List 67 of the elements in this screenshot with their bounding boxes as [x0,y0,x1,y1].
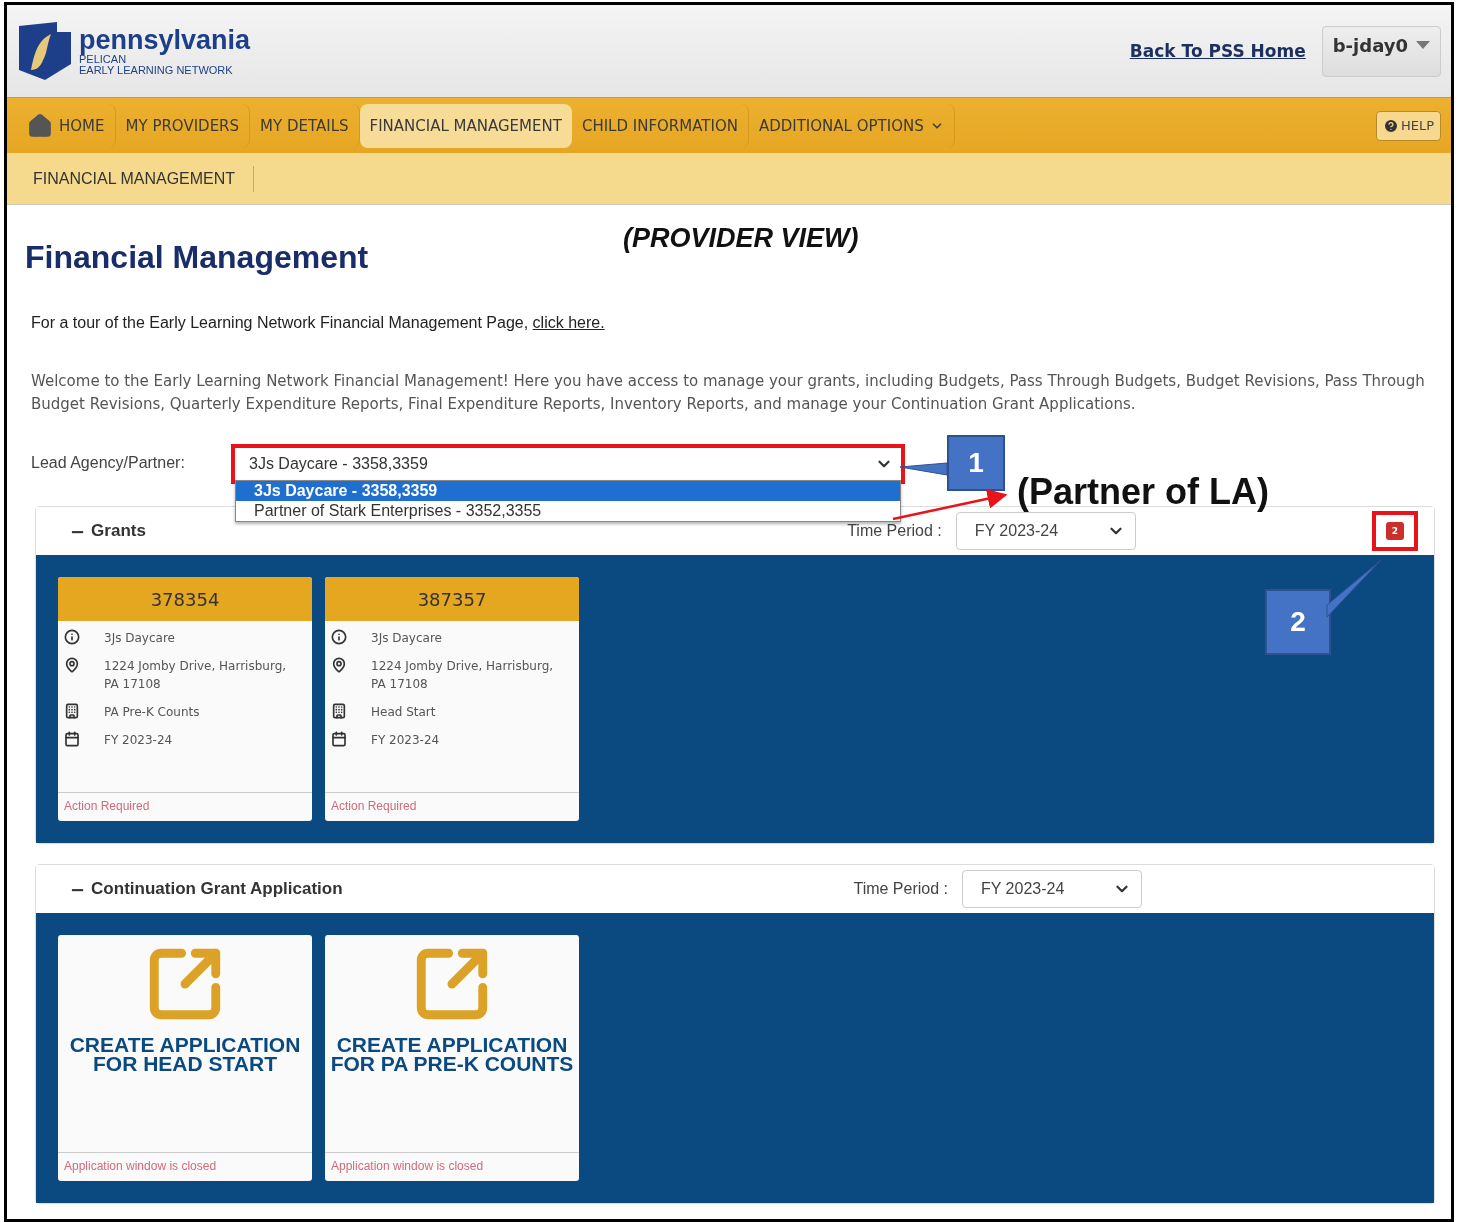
card-detail: 3Js Daycare [371,630,443,647]
map-pin-icon [331,657,347,673]
card-detail: 1224 Jomby Drive, Harrisburg, PA 17108 [371,658,555,693]
collapse-toggle[interactable]: − [70,878,86,900]
building-icon [64,703,80,719]
annotation-label: (PROVIDER VIEW) [623,223,859,254]
nav-tab[interactable]: FINANCIAL MANAGEMENT [359,103,572,148]
section-title: Grants [91,521,146,541]
annotation-label: (Partner of LA) [1017,471,1269,513]
calendar-icon [331,731,347,747]
map-pin-icon [64,657,80,673]
count-badge[interactable]: 2 [1385,522,1404,540]
application-title: CREATE APPLICATION FOR PA PRE-K COUNTS [329,1035,575,1073]
card-detail: 1224 Jomby Drive, Harrisburg, PA 17108 [104,658,288,693]
card-status: Action Required [58,792,312,821]
back-link[interactable]: Back To PSS Home [1129,41,1306,61]
logo-icon [17,20,73,82]
building-icon [331,703,347,719]
dropdown-option[interactable]: Partner of Stark Enterprises - 3352,3355 [236,501,900,521]
info-icon [64,629,80,645]
info-icon [331,629,347,645]
nav-tab[interactable]: MY DETAILS [250,103,360,148]
collapse-toggle[interactable]: − [70,520,86,542]
card-status: Action Required [325,792,579,821]
card-status: Application window is closed [58,1152,312,1181]
field-label: Lead Agency/Partner: [31,454,186,472]
page-title: Financial Management [25,239,369,276]
application-card[interactable]: CREATE APPLICATION FOR PA PRE-K COUNTS Application window is closed [325,935,579,1181]
application-title: CREATE APPLICATION FOR HEAD START [68,1035,302,1073]
nav-tab[interactable]: MY PROVIDERS [115,103,251,148]
logo-subtitle: EARLY LEARNING NETWORK [79,65,234,76]
welcome-text: Welcome to the Early Learning Network Financial Management! Here you have access to manage your grants, including Budgets, Pass Through Budgets, Budget Revisions, Pass Through Budget Revisions, Quarterly Expenditure Reports, Final Expenditure Reports, Inventory Reports, and manage your Continuation Grant Applications. [31,371,1426,415]
caret-icon [1416,41,1430,49]
grant-card[interactable]: 387357 3Js Daycare 1224 Jomby Drive, Harrisburg, PA 17108 Head Start FY 2023-24 Action Required [325,577,579,821]
card-detail: FY 2023-24 [104,732,174,749]
time-period-select[interactable]: FY 2023-24 [962,870,1142,908]
help-button[interactable]: HELP [1375,110,1441,141]
callout-pointer [1326,559,1382,618]
callout-box: 2 [1265,589,1331,655]
nav-tab[interactable]: ADDITIONAL OPTIONS [748,103,955,148]
help-icon [1382,117,1399,134]
logo-title: pennsylvania [79,26,251,54]
grant-number: 387357 [325,577,579,621]
user-menu[interactable]: b-jday0 [1321,25,1441,77]
time-period-label: Time Period : [847,522,942,540]
grant-card[interactable]: 378354 3Js Daycare 1224 Jomby Drive, Harrisburg, PA 17108 PA Pre-K Counts FY 2023-24 Action Required [58,577,312,821]
nav-tab[interactable]: CHILD INFORMATION [571,103,749,148]
home-icon [27,112,53,139]
tour-text: For a tour of the Early Learning Network Financial Management Page, click here. [31,314,606,332]
application-card[interactable]: CREATE APPLICATION FOR HEAD START Application window is closed [58,935,312,1181]
time-period-select[interactable]: FY 2023-24 [955,512,1136,550]
card-detail: 3Js Daycare [104,630,176,647]
card-detail: FY 2023-24 [371,732,441,749]
time-period-label: Time Period : [853,880,948,898]
card-status: Application window is closed [325,1152,579,1181]
card-detail: PA Pre-K Counts [104,704,201,721]
tour-link[interactable]: click here. [532,314,605,331]
dropdown-option[interactable]: 3Js Daycare - 3358,3359 [236,481,900,501]
grant-number: 378354 [58,577,312,621]
calendar-icon [64,731,80,747]
nav-tab[interactable]: HOME [17,103,116,148]
callout-box: 1 [947,435,1005,491]
callout-pointer [899,462,948,476]
logo-subtitle: PELICAN [79,54,127,65]
section-title: Continuation Grant Application [91,879,343,899]
subnav-tab[interactable]: FINANCIAL MANAGEMENT [23,165,255,192]
card-detail: Head Start [371,704,437,721]
